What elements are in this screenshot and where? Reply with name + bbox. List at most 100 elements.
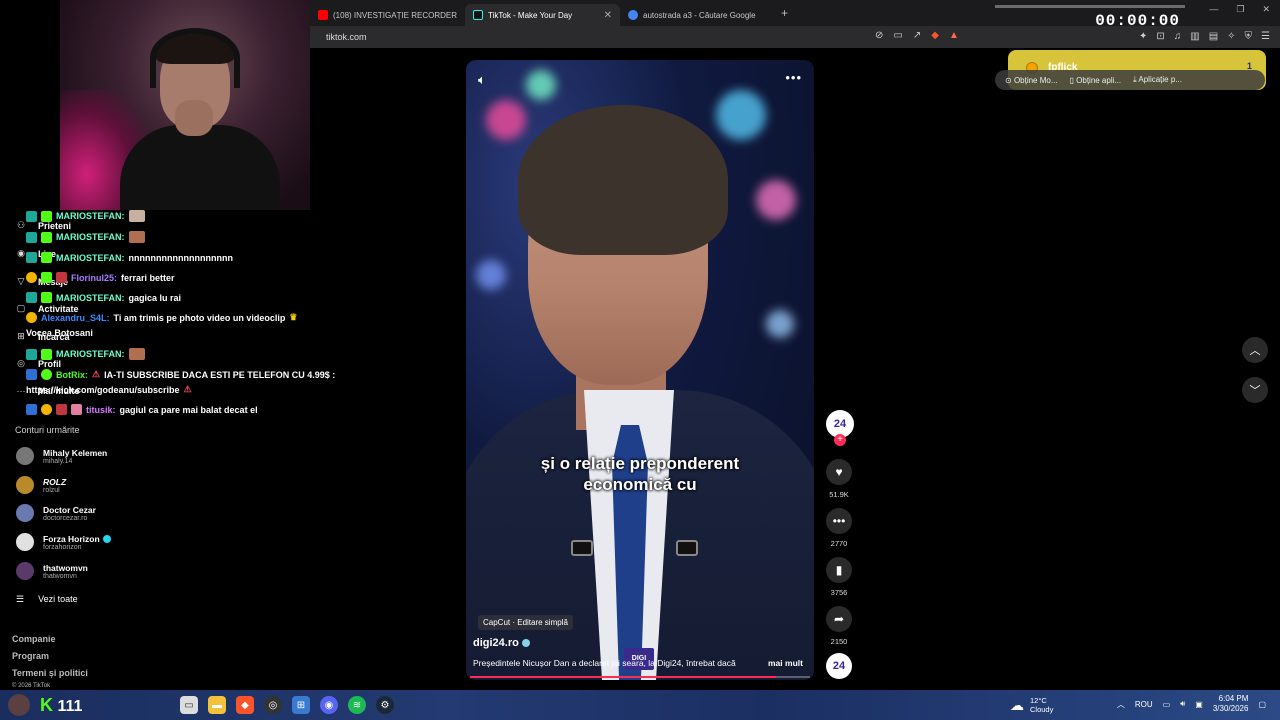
mute-tab-icon[interactable]: ⊘ (875, 30, 883, 41)
see-more-link[interactable]: mai mult (768, 658, 803, 668)
footer-termeni[interactable]: Termeni și politici (12, 668, 88, 678)
close-window-icon[interactable]: ✕ (1262, 4, 1270, 15)
wallet-icon[interactable]: ▤ (1209, 31, 1218, 42)
tab-title: (108) INVESTIGAȚIE RECORDER. Și în... (333, 10, 457, 20)
steam-icon[interactable]: ⚙ (376, 696, 394, 714)
sub-badge-icon (41, 231, 52, 243)
tray-chevron-up-icon[interactable]: ︿ (1117, 699, 1125, 710)
url-text[interactable]: tiktok.com (326, 32, 367, 42)
chat-text: gagica lu rai (128, 292, 182, 303)
chat-message: Vocea Botosani (26, 328, 93, 338)
moderator-badge-icon (26, 231, 37, 243)
clock-date: 3/30/2026 (1212, 704, 1249, 713)
avatar (16, 504, 34, 522)
chat-username: MARIOSTEFAN: (56, 252, 125, 263)
menu-icon[interactable]: ☰ (1261, 31, 1270, 42)
tiktok-icon (473, 10, 483, 20)
emote-icon (128, 231, 145, 243)
see-all-link[interactable]: ☰ Vezi toate (16, 594, 78, 605)
extension-icon[interactable]: ✦ (1139, 31, 1147, 42)
avatar (16, 476, 34, 494)
address-bar[interactable]: tiktok.com ⊘ ▭ ↗ ◆ ▲ ✦ ⊡ ♫ ▥ ▤ ✧ ⛨ ☰ (310, 26, 1280, 48)
capcut-label[interactable]: CapCut · Editare simplă (478, 615, 573, 630)
chat-message: titusik: gagiul ca pare mai balat decat … (26, 404, 258, 415)
tab-tiktok[interactable]: TikTok - Make Your Day ✕ (465, 4, 620, 26)
battery-icon[interactable]: ▣ (1195, 700, 1203, 709)
task-view-icon[interactable]: ▭ (180, 696, 198, 714)
volume-icon[interactable]: 🔈︎ (478, 72, 486, 88)
system-clock[interactable]: 6:04 PM 3/30/2026 (1213, 694, 1249, 714)
volume-tray-icon[interactable]: 🔊︎ (1180, 699, 1185, 709)
brave-rewards-icon[interactable]: ▲ (949, 30, 959, 41)
video-player[interactable]: 🔈︎ ••• și o relație preponderent economi… (466, 60, 814, 680)
cast-icon[interactable]: ▭ (893, 30, 902, 41)
subtitle-line: și o relație preponderent (540, 454, 740, 473)
store-icon[interactable]: ⊞ (292, 696, 310, 714)
bookmark-item[interactable]: ▯ Obține apli... (1070, 76, 1122, 85)
tab-title: TikTok - Make Your Day (488, 10, 573, 20)
brave-shield-icon[interactable]: ◆ (931, 30, 939, 41)
followed-account[interactable]: thatwomvn thatwomvn (16, 562, 88, 580)
vpn-icon[interactable]: ⛨ (1245, 31, 1253, 42)
obs-icon[interactable]: ◎ (264, 696, 282, 714)
share-button[interactable]: ➦ 2150 (826, 606, 852, 646)
tab-title: autostrada a3 - Căutare Google (643, 10, 756, 20)
chat-text: IA-TI SUBSCRIBE DACA ESTI PE TELEFON CU … (104, 369, 336, 380)
follow-plus-icon[interactable]: + (834, 434, 846, 446)
weather-widget[interactable]: ☁ 12°C Cloudy (1010, 696, 1053, 714)
followed-account[interactable]: ROLZ rolzul (16, 476, 66, 494)
screen: (108) INVESTIGAȚIE RECORDER. Și în... Ti… (0, 0, 1280, 720)
brave-browser-icon[interactable]: ◆ (236, 696, 254, 714)
next-video-button[interactable]: ﹀ (1242, 377, 1268, 403)
tab-youtube[interactable]: (108) INVESTIGAȚIE RECORDER. Și în... (310, 4, 465, 26)
discord-icon[interactable]: ◉ (320, 696, 338, 714)
comment-count: 2770 (830, 539, 848, 548)
share-icon[interactable]: ↗ (913, 30, 921, 41)
chat-message: Florinul25: ferrari better (26, 272, 175, 283)
bookmark-item[interactable]: ⤓ Aplicație p... (1133, 75, 1182, 85)
minimize-icon[interactable]: — (1209, 4, 1218, 15)
followed-account[interactable]: Forza Horizon forzahorizon (16, 533, 111, 551)
moderator-badge-icon (26, 252, 37, 263)
sound-disc-button[interactable]: 24 (826, 653, 852, 679)
save-button[interactable]: ▮ 3756 (826, 557, 852, 597)
chat-message: Alexandru_S4L: Ti am trimis pe photo vid… (26, 312, 297, 323)
spotify-icon[interactable]: ≋ (348, 696, 366, 714)
like-count: 51.9K (829, 490, 849, 499)
comment-button[interactable]: ••• 2770 (826, 508, 852, 548)
alarm-icon: ⚠ (183, 384, 192, 394)
language-indicator[interactable]: ROU (1135, 700, 1153, 709)
previous-video-button[interactable]: ︿ (1242, 337, 1268, 363)
like-button[interactable]: ♥ 51.9K (826, 459, 852, 499)
network-icon[interactable]: ▭ (1163, 700, 1171, 709)
followed-account[interactable]: Mihaly Kelemen mihaly.14 (16, 447, 107, 465)
gift-box-icon (71, 404, 82, 415)
video-author[interactable]: digi24.ro (473, 637, 530, 649)
bookmark-label: Aplicație p... (1138, 75, 1182, 84)
new-tab-button[interactable]: + (781, 6, 788, 20)
followed-account[interactable]: Doctor Cezar doctorcezar.ro (16, 504, 96, 522)
footer-program[interactable]: Program (12, 651, 49, 661)
leo-icon[interactable]: ✧ (1227, 31, 1235, 42)
chat-link[interactable]: https://kick.com/godeanu/subscribe (26, 385, 180, 395)
close-tab-icon[interactable]: ✕ (604, 10, 612, 21)
moderator-badge-icon (26, 348, 37, 360)
windows-taskbar: K 111 ▭ ▬ ◆ ◎ ⊞ ◉ ≋ ⚙ ☁ 12°C Cloudy ︿ RO… (0, 690, 1280, 720)
avatar (16, 562, 34, 580)
more-options-icon[interactable]: ••• (785, 70, 802, 85)
account-name: Forza Horizon (43, 534, 111, 544)
music-icon[interactable]: ♫ (1174, 31, 1182, 42)
chat-username: MARIOSTEFAN: (56, 232, 125, 242)
sidebar-icon[interactable]: ▥ (1190, 31, 1199, 42)
footer-companie[interactable]: Companie (12, 634, 56, 644)
maximize-icon[interactable]: ❐ (1236, 4, 1244, 15)
bookmark-item[interactable]: ⊙ Obține Mo... (1005, 76, 1058, 85)
account-handle: doctorcezar.ro (43, 514, 88, 522)
file-explorer-icon[interactable]: ▬ (208, 696, 226, 714)
chat-text: nnnnnnnnnnnnnnnnnnn (128, 252, 233, 263)
tab-google[interactable]: autostrada a3 - Căutare Google (620, 4, 775, 26)
video-progress-bar[interactable] (470, 676, 810, 678)
notifications-icon[interactable]: ▢ (1258, 700, 1266, 709)
screenshot-icon[interactable]: ⊡ (1156, 31, 1164, 42)
sub-badge-icon (41, 252, 52, 263)
